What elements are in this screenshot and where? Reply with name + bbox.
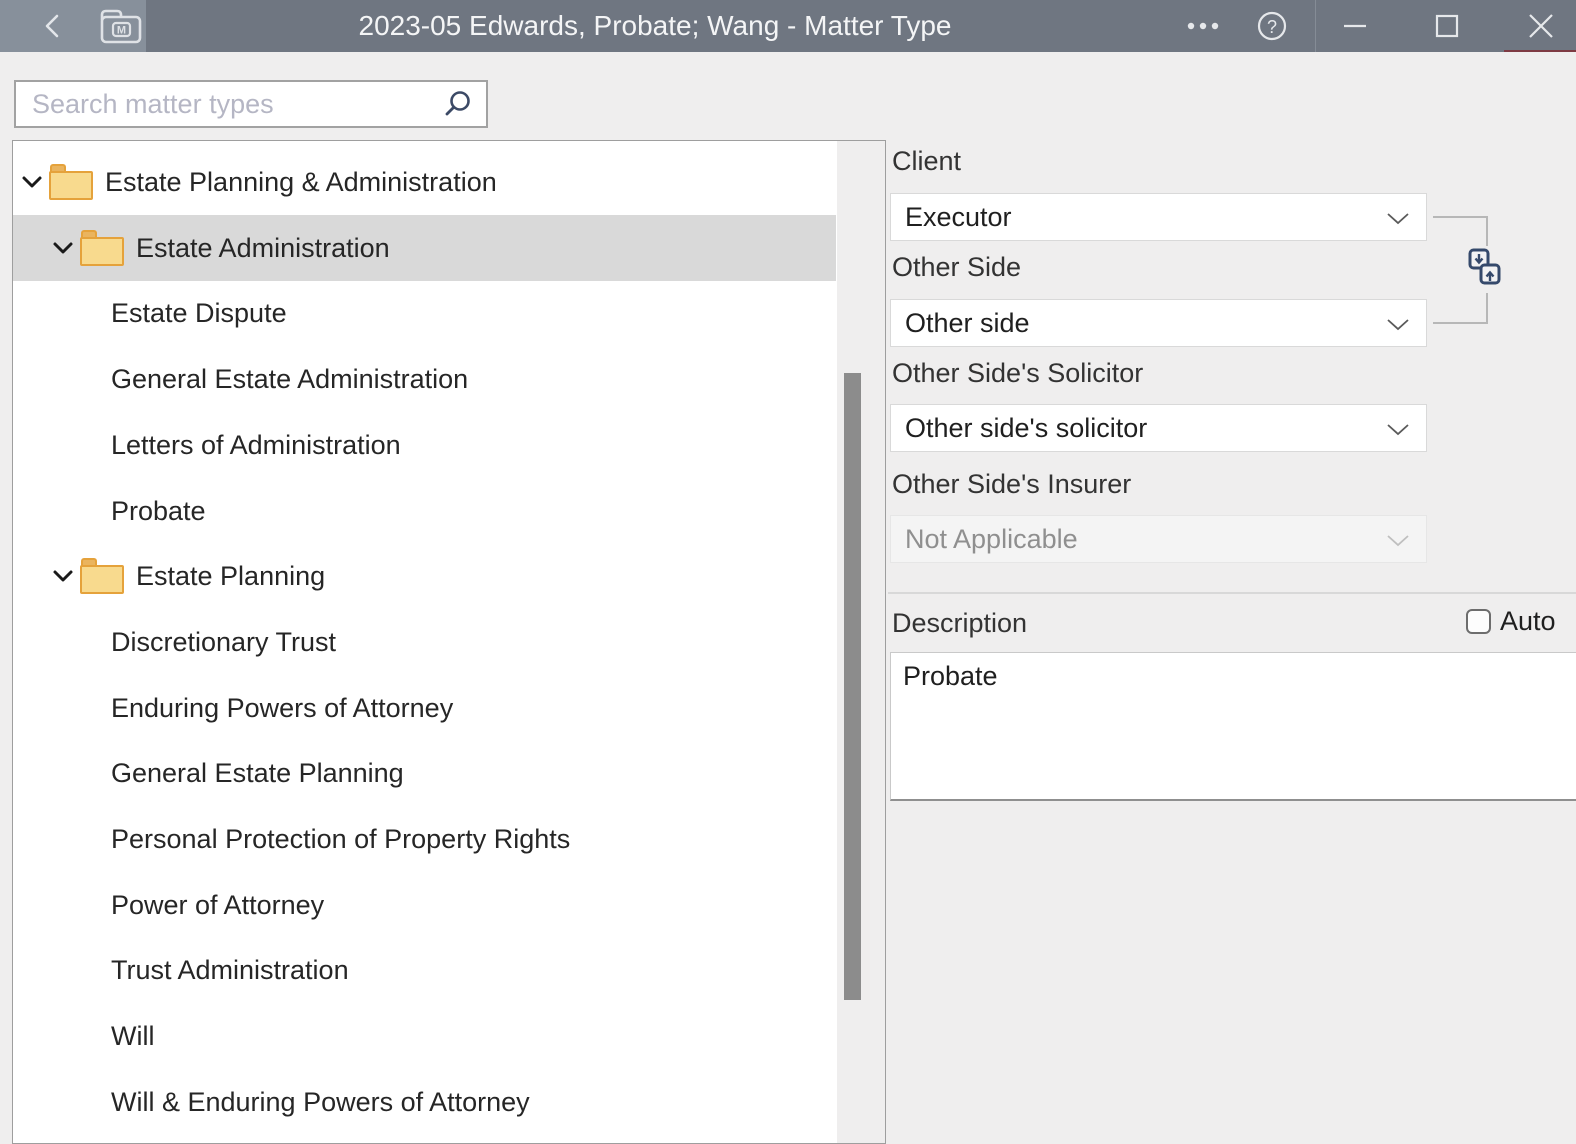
tree-item-label: Estate Planning [136,560,326,591]
matter-type-window: M 2023-05 Edwards, Probate; Wang - Matte… [0,0,1576,1144]
tree-item-probate[interactable]: Probate [13,478,836,544]
tree-scrollbar-track[interactable] [837,141,885,1143]
tree-item-label: General Estate Planning [111,757,404,788]
tree-item-estate-planning[interactable]: Estate Planning [13,543,836,609]
folder-icon [80,230,124,266]
tree-item-personal-protection-of-property-rights[interactable]: Personal Protection of Property Rights [13,806,836,872]
tree-item-trust-administration[interactable]: Trust Administration [13,937,836,1003]
search-icon[interactable] [443,89,473,119]
tree-item-label: General Estate Administration [111,363,469,394]
description-value: Probate [903,661,998,691]
other-side-insurer-label: Other Side's Insurer [892,469,1132,499]
description-textarea[interactable]: Probate [890,652,1576,801]
tree-item-label: Letters of Administration [111,429,401,460]
titlebar-red-underline [1504,50,1576,52]
help-icon: ? [1257,11,1287,41]
other-side-dropdown[interactable]: Other side [890,299,1427,347]
other-side-insurer-value: Not Applicable [905,523,1078,554]
matter-type-tree: Estate Planning & Administration Estate A… [13,141,836,1143]
chevron-down-icon[interactable] [52,568,74,584]
auto-checkbox[interactable] [1466,609,1491,634]
more-options-button[interactable] [1173,0,1233,52]
tree-item-enduring-powers-of-attorney[interactable]: Enduring Powers of Attorney [13,675,836,741]
search-box[interactable] [14,80,488,128]
tree-scrollbar-thumb[interactable] [844,373,861,1000]
swap-client-other-side-icon[interactable] [1468,248,1502,286]
other-side-label: Other Side [892,252,1022,282]
svg-text:M: M [117,25,126,37]
maximize-button[interactable] [1414,0,1480,52]
swap-connector [1486,216,1488,246]
folder-icon [80,558,124,594]
auto-checkbox-label: Auto [1500,606,1556,636]
tree-item-label: Discretionary Trust [111,626,337,657]
tree-item-discretionary-trust[interactable]: Discretionary Trust [13,609,836,675]
folder-m-icon: M [100,9,142,44]
swap-connector-top [1433,216,1488,218]
client-dropdown[interactable]: Executor [890,193,1427,241]
tree-item-label: Will [111,1020,155,1051]
back-chevron-icon[interactable] [42,13,62,39]
tree-item-will-enduring-powers-of-attorney[interactable]: Will & Enduring Powers of Attorney [13,1069,836,1135]
chevron-down-icon [1387,424,1409,436]
client-label: Client [892,146,962,176]
tree-item-label: Trust Administration [111,954,349,985]
tree-item-label: Personal Protection of Property Rights [111,823,571,854]
chevron-down-icon[interactable] [21,174,43,190]
description-label: Description [892,608,1028,638]
chevron-down-icon [1387,535,1409,547]
tree-item-letters-of-administration[interactable]: Letters of Administration [13,412,836,478]
other-side-solicitor-dropdown[interactable]: Other side's solicitor [890,404,1427,452]
tree-item-label: Estate Dispute [111,297,287,328]
client-value: Executor [905,201,1012,232]
search-input[interactable] [30,87,443,121]
tree-item-power-of-attorney[interactable]: Power of Attorney [13,872,836,938]
chevron-down-icon[interactable] [52,240,74,256]
other-side-solicitor-label: Other Side's Solicitor [892,358,1144,388]
swap-connector-bottom [1433,322,1488,324]
help-button[interactable]: ? [1242,0,1302,52]
tree-item-label: Estate Planning & Administration [105,166,497,197]
swap-connector [1486,293,1488,324]
close-icon [1529,14,1553,38]
close-button[interactable] [1506,0,1576,52]
maximize-icon [1435,14,1459,38]
tree-item-will[interactable]: Will [13,1003,836,1069]
matter-type-tree-panel: Estate Planning & Administration Estate A… [12,140,886,1144]
tree-item-label: Probate [111,495,206,526]
titlebar: M 2023-05 Edwards, Probate; Wang - Matte… [0,0,1576,52]
chevron-down-icon [1387,213,1409,225]
tree-item-label: Enduring Powers of Attorney [111,692,454,723]
other-side-insurer-dropdown: Not Applicable [890,515,1427,563]
tree-item-general-estate-administration[interactable]: General Estate Administration [13,346,836,412]
titlebar-divider [1315,0,1316,52]
svg-text:?: ? [1267,17,1277,37]
description-section-divider [888,592,1576,594]
other-side-solicitor-value: Other side's solicitor [905,412,1148,443]
tree-item-label: Will & Enduring Powers of Attorney [111,1086,530,1117]
folder-icon [49,164,93,200]
window-title: 2023-05 Edwards, Probate; Wang - Matter … [358,10,952,41]
tree-item-general-estate-planning[interactable]: General Estate Planning [13,740,836,806]
tree-item-estate-planning-administration[interactable]: Estate Planning & Administration [13,149,836,215]
tree-item-estate-dispute[interactable]: Estate Dispute [13,280,836,346]
titlebar-left-segment: M [0,0,146,52]
minimize-icon [1344,24,1366,28]
tree-item-label: Power of Attorney [111,889,325,920]
ellipsis-icon [1187,22,1219,30]
minimize-button[interactable] [1322,0,1388,52]
other-side-value: Other side [905,307,1030,338]
chevron-down-icon [1387,319,1409,331]
tree-item-estate-administration[interactable]: Estate Administration [13,215,836,281]
tree-item-label: Estate Administration [136,232,390,263]
